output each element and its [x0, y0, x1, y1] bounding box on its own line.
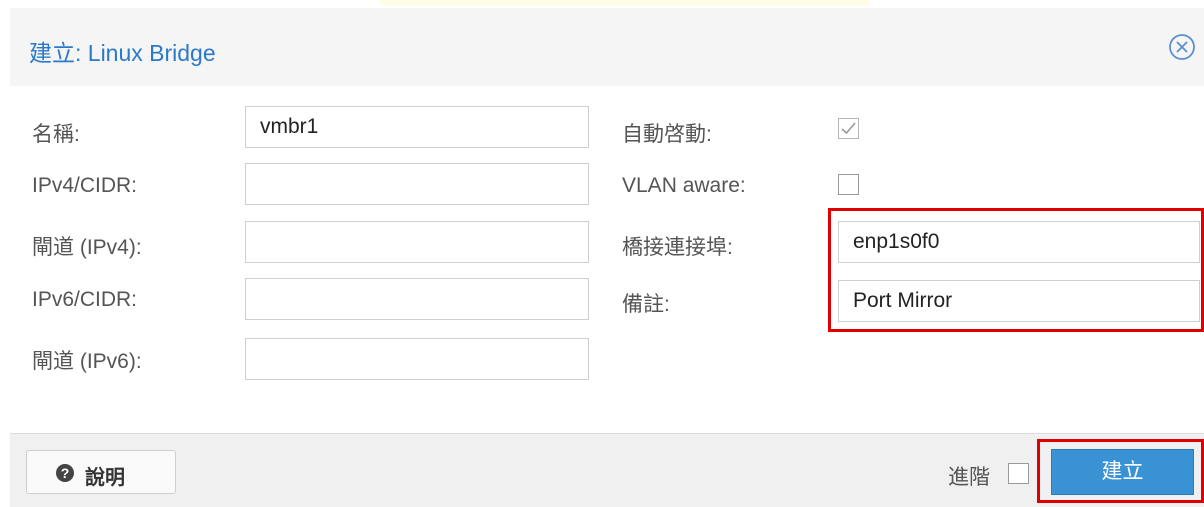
- dialog-header: 建立: Linux Bridge: [10, 8, 1204, 86]
- checkmark-icon: [841, 122, 856, 135]
- highlight-box-fields: [828, 208, 1204, 332]
- gateway-ipv4-label: 閘道 (IPv4):: [32, 236, 142, 259]
- ipv4-cidr-input[interactable]: [245, 163, 589, 205]
- vlan-aware-checkbox[interactable]: [838, 174, 859, 195]
- dialog-title: 建立: Linux Bridge: [29, 40, 216, 66]
- ipv6-cidr-input[interactable]: [245, 278, 589, 320]
- gateway-ipv6-label: 閘道 (IPv6):: [32, 350, 142, 373]
- top-highlight-bar: [380, 0, 870, 6]
- autostart-label: 自動啓動:: [622, 123, 712, 146]
- highlight-box-create: [1037, 439, 1204, 503]
- name-input[interactable]: [245, 106, 589, 148]
- gateway-ipv6-input[interactable]: [245, 338, 589, 380]
- advanced-label: 進階: [948, 466, 990, 489]
- close-icon[interactable]: [1167, 32, 1197, 62]
- dialog-footer: ? 說明 進階 建立: [10, 433, 1204, 507]
- vlan-aware-label: VLAN aware:: [622, 174, 746, 197]
- create-linux-bridge-dialog: 建立: Linux Bridge 名稱: IPv4/CIDR: 閘道 (IPv4…: [10, 8, 1204, 507]
- comment-label: 備註:: [622, 293, 670, 316]
- advanced-checkbox[interactable]: [1008, 463, 1029, 484]
- ipv4-cidr-label: IPv4/CIDR:: [32, 174, 138, 197]
- svg-text:?: ?: [61, 465, 70, 481]
- name-label: 名稱:: [32, 123, 80, 146]
- autostart-checkbox[interactable]: [838, 118, 859, 139]
- help-icon: ?: [56, 464, 74, 482]
- gateway-ipv4-input[interactable]: [245, 221, 589, 263]
- help-button[interactable]: ? 說明: [26, 450, 176, 494]
- bridge-ports-label: 橋接連接埠:: [622, 236, 733, 259]
- ipv6-cidr-label: IPv6/CIDR:: [32, 288, 138, 311]
- help-label: 說明: [85, 467, 125, 489]
